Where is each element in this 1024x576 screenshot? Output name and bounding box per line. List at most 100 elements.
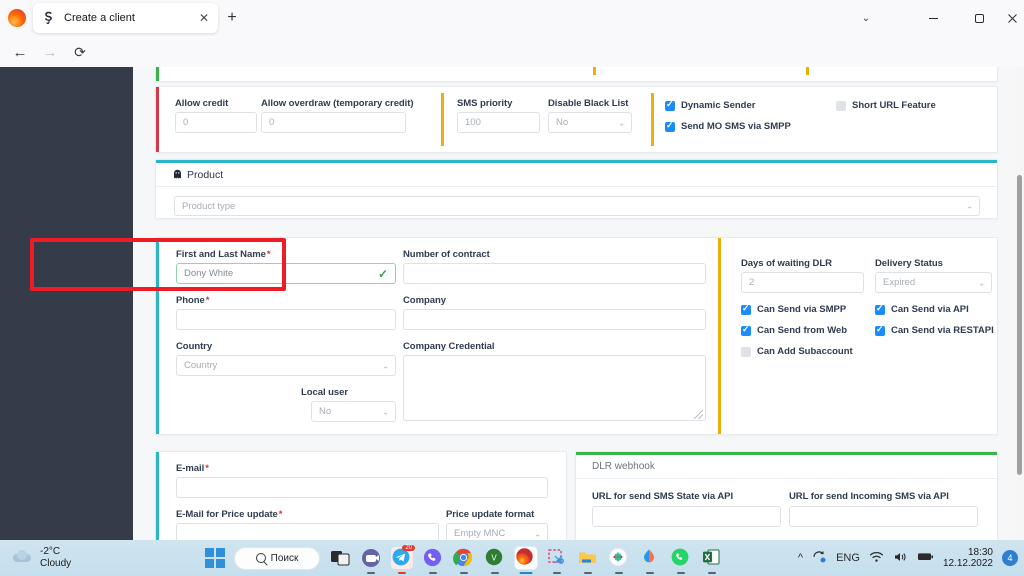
- viber-icon[interactable]: [422, 547, 444, 574]
- checkbox-can-add-subaccount[interactable]: Can Add Subaccount: [741, 346, 853, 357]
- weather-temperature: -2°C: [40, 546, 61, 557]
- allow-overdraw-value: 0: [269, 117, 275, 128]
- task-indicator: [708, 572, 716, 574]
- email-input[interactable]: [176, 477, 548, 498]
- notification-bell[interactable]: 4: [1002, 550, 1018, 566]
- checkbox-box: [875, 324, 885, 336]
- sync-icon[interactable]: [812, 550, 827, 567]
- battery-icon[interactable]: [917, 551, 934, 565]
- paint-icon[interactable]: [639, 547, 661, 574]
- svg-text:V: V: [491, 554, 497, 563]
- incoming-sms-url-input[interactable]: [789, 506, 978, 527]
- chevron-up-icon[interactable]: ^: [798, 552, 803, 564]
- days-of-waiting-dlr-input[interactable]: 2: [741, 272, 864, 293]
- resize-grip-icon[interactable]: [694, 410, 703, 419]
- webhook-card-title: DLR webhook: [592, 461, 655, 472]
- chevron-down-icon: ⌄: [966, 201, 973, 211]
- checkbox-label: Can Add Subaccount: [757, 346, 853, 357]
- chrome-icon[interactable]: [453, 547, 475, 574]
- sms-state-url-input[interactable]: [592, 506, 781, 527]
- price-update-format-select[interactable]: Empty MNC ⌄: [446, 523, 548, 540]
- chevron-down-icon[interactable]: ⌄: [855, 8, 877, 28]
- close-icon[interactable]: ✕: [196, 10, 212, 26]
- sms-priority-input[interactable]: 100: [457, 112, 540, 133]
- notification-badge: 20: [402, 545, 415, 551]
- folder-icon[interactable]: [577, 547, 599, 574]
- scrollbar-thumb[interactable]: [1017, 175, 1022, 475]
- telegram-icon[interactable]: 20: [391, 545, 415, 574]
- company-input[interactable]: [403, 309, 706, 330]
- firefox-logo-icon: [8, 9, 26, 27]
- chevron-down-icon: ⌄: [382, 361, 389, 370]
- checkbox-box: [741, 346, 751, 357]
- allow-overdraw-input[interactable]: 0: [261, 112, 406, 133]
- checkbox-short-url-feature[interactable]: Short URL Feature: [836, 100, 936, 111]
- task-indicator: [429, 572, 437, 574]
- new-tab-button[interactable]: +: [222, 8, 242, 28]
- product-type-select[interactable]: Product type ⌄: [174, 196, 980, 216]
- window-close-button[interactable]: [1000, 0, 1024, 36]
- disable-black-list-value: No: [556, 117, 569, 128]
- clock[interactable]: 18:30 12.12.2022: [943, 547, 993, 570]
- checkbox-send-mo-sms-via-smpp[interactable]: Send MO SMS via SMPP: [665, 120, 791, 132]
- firefox-icon[interactable]: [515, 547, 537, 574]
- delivery-status-select[interactable]: Expired ⌄: [875, 272, 992, 293]
- windows-start-icon[interactable]: [205, 548, 225, 568]
- checkbox-label: Can Send from Web: [757, 325, 848, 336]
- chevron-down-icon: ⌄: [382, 407, 389, 416]
- product-card-header: Product: [156, 163, 997, 187]
- label-company-credential: Company Credential: [403, 341, 495, 352]
- maximize-button[interactable]: [956, 0, 1002, 36]
- teams-icon[interactable]: [360, 547, 382, 574]
- accent-bar-red: [156, 87, 159, 152]
- task-indicator: [677, 572, 685, 574]
- snip-icon[interactable]: [546, 547, 568, 574]
- slack-icon[interactable]: [608, 547, 630, 574]
- days-of-waiting-value: 2: [749, 277, 755, 288]
- country-select[interactable]: Country ⌄: [176, 355, 396, 376]
- country-placeholder: Country: [184, 360, 218, 371]
- phone-input[interactable]: [176, 309, 396, 330]
- number-of-contract-input[interactable]: [403, 263, 706, 284]
- label-text: E-mail: [176, 463, 205, 474]
- label-days-of-waiting-dlr: Days of waiting DLR: [741, 258, 832, 269]
- whatsapp-icon[interactable]: [670, 547, 692, 574]
- forward-icon: →: [42, 43, 58, 61]
- wifi-icon[interactable]: [869, 551, 884, 566]
- language-indicator[interactable]: ENG: [836, 552, 860, 564]
- weather-widget[interactable]: -2°C Cloudy: [12, 546, 71, 569]
- volume-icon[interactable]: [893, 551, 908, 566]
- checkbox-label: Short URL Feature: [852, 100, 936, 111]
- label-price-update-format: Price update format: [446, 509, 535, 520]
- first-last-name-input[interactable]: Dony White ✓: [176, 263, 396, 284]
- checkbox-can-send-via-api[interactable]: Can Send via API: [875, 303, 969, 315]
- minimize-button[interactable]: [910, 0, 956, 36]
- checkbox-can-send-via-restapi[interactable]: Can Send via RESTAPI: [875, 324, 994, 336]
- checkbox-label: Dynamic Sender: [681, 100, 756, 111]
- checkbox-box: [875, 303, 885, 315]
- local-user-select[interactable]: No ⌄: [311, 401, 396, 422]
- checkbox-dynamic-sender[interactable]: Dynamic Sender: [665, 99, 756, 111]
- company-credential-textarea[interactable]: [403, 355, 706, 421]
- checkbox-label: Can Send via API: [891, 304, 969, 315]
- label-phone: Phone*: [176, 295, 209, 306]
- page-scrollbar[interactable]: [1015, 67, 1024, 540]
- app-sidebar[interactable]: [0, 67, 133, 540]
- allow-credit-input[interactable]: 0: [175, 112, 257, 133]
- task-indicator: [491, 572, 499, 574]
- task-view-icon[interactable]: [329, 547, 351, 569]
- disable-black-list-select[interactable]: No ⌄: [548, 112, 632, 133]
- vpn-icon[interactable]: V: [484, 547, 506, 574]
- excel-icon[interactable]: [701, 547, 723, 574]
- chevron-down-icon: ⌄: [618, 118, 625, 127]
- taskbar-search-box[interactable]: Поиск: [234, 546, 320, 570]
- checkbox-can-send-via-smpp[interactable]: Can Send via SMPP: [741, 303, 846, 315]
- reload-icon[interactable]: ⟳: [71, 43, 89, 61]
- email-price-update-input[interactable]: [176, 523, 439, 540]
- search-placeholder: Поиск: [270, 552, 299, 564]
- checkbox-can-send-from-web[interactable]: Can Send from Web: [741, 324, 848, 336]
- browser-tab[interactable]: Create a client ✕: [33, 3, 218, 33]
- task-indicator: [584, 572, 592, 574]
- back-icon[interactable]: ←: [11, 43, 29, 61]
- card-above-truncated: [155, 67, 998, 82]
